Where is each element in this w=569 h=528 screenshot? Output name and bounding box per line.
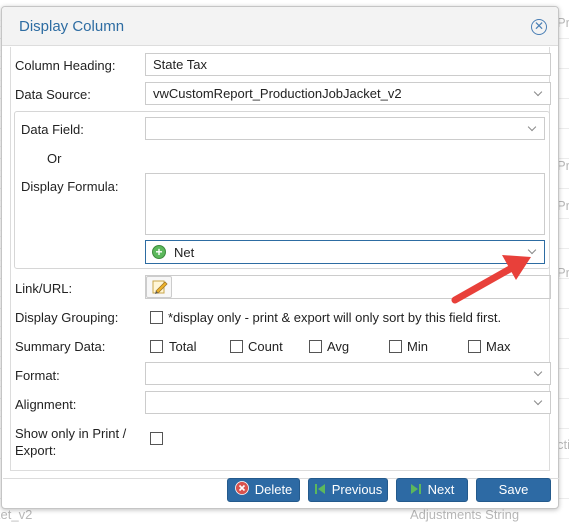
annotation-arrow-icon bbox=[451, 255, 531, 304]
